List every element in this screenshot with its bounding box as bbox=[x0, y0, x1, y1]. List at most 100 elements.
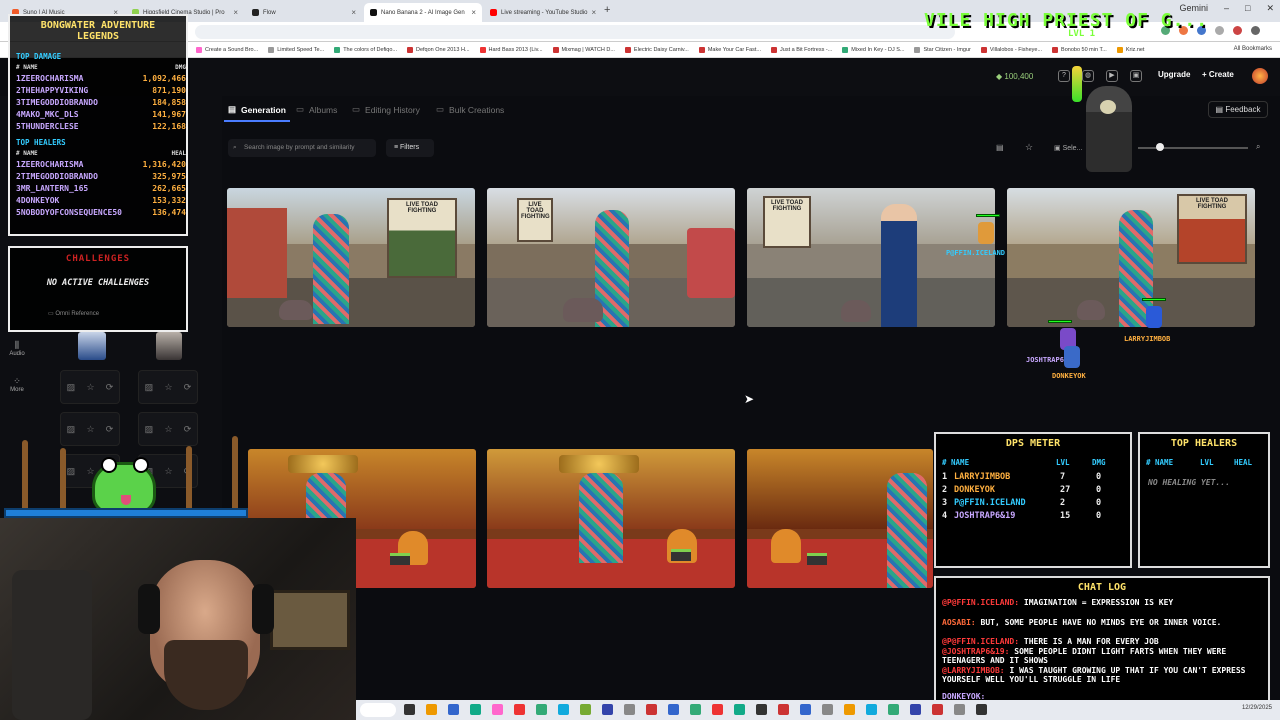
bookmark-item[interactable]: Villalobos - Fisheye... bbox=[980, 46, 1042, 53]
notifications-icon[interactable]: ◍ bbox=[1082, 70, 1094, 82]
browser-tab-flow[interactable]: Flow × bbox=[246, 3, 362, 22]
taskbar-app-icon[interactable] bbox=[976, 704, 987, 715]
credits-counter[interactable]: ◆ 100,400 bbox=[996, 72, 1033, 81]
menu-dots-icon[interactable] bbox=[1251, 26, 1260, 35]
close-tab-icon[interactable]: × bbox=[471, 8, 476, 17]
empty-image-slot[interactable]: ▨ ☆ ⟳ bbox=[60, 370, 120, 404]
user-avatar[interactable] bbox=[1252, 68, 1268, 84]
bookmark-item[interactable]: Star Citizen - Imgur bbox=[914, 46, 971, 53]
taskbar-app-icon[interactable] bbox=[778, 704, 789, 715]
taskbar-app-icon[interactable] bbox=[756, 704, 767, 715]
bookmark-item[interactable]: Electric Daisy Carniv... bbox=[624, 46, 689, 53]
taskbar-app-icon[interactable] bbox=[712, 704, 723, 715]
create-button[interactable]: + Create bbox=[1202, 70, 1234, 79]
gift-icon[interactable]: ▣ bbox=[1130, 70, 1142, 82]
layout-icon[interactable]: ▤ bbox=[996, 143, 1004, 152]
taskbar-app-icon[interactable] bbox=[426, 704, 437, 715]
taskbar-search[interactable] bbox=[360, 703, 396, 717]
taskbar-app-icon[interactable] bbox=[888, 704, 899, 715]
zoom-slider[interactable] bbox=[1138, 147, 1248, 149]
extension-icon[interactable] bbox=[1215, 26, 1224, 35]
generated-image[interactable]: LIVE TOAD FIGHTING bbox=[747, 188, 995, 327]
minimize-icon[interactable]: – bbox=[1224, 3, 1229, 14]
bookmark-item[interactable]: Limited Speed Te... bbox=[268, 46, 324, 53]
sidebar-item-more[interactable]: ⁘ More bbox=[8, 376, 26, 393]
close-tab-icon[interactable]: × bbox=[592, 8, 597, 17]
profile-avatar-icon[interactable] bbox=[1233, 26, 1242, 35]
bookmark-item[interactable]: Defqon One 2013 H... bbox=[407, 46, 470, 53]
all-bookmarks-button[interactable]: All Bookmarks bbox=[1234, 46, 1272, 52]
taskbar-app-icon[interactable] bbox=[734, 704, 745, 715]
tab-albums[interactable]: ▭ Albums bbox=[296, 104, 337, 115]
bookmark-item[interactable]: Just a Bit Fortress -... bbox=[771, 46, 832, 53]
taskbar-app-icon[interactable] bbox=[558, 704, 569, 715]
bookmark-item[interactable]: Create a Sound Bro... bbox=[196, 46, 258, 53]
chat-text: BUT, SOME PEOPLE HAVE NO MINDS EYE OR IN… bbox=[980, 618, 1222, 627]
taskbar-app-icon[interactable] bbox=[602, 704, 613, 715]
taskbar-app-icon[interactable] bbox=[866, 704, 877, 715]
taskbar-app-icon[interactable] bbox=[470, 704, 481, 715]
boss-skull bbox=[1100, 100, 1116, 114]
taskbar-app-icon[interactable] bbox=[448, 704, 459, 715]
taskbar-app-icon[interactable] bbox=[536, 704, 547, 715]
tab-generation[interactable]: ▤ Generation bbox=[228, 104, 286, 115]
omni-reference-label[interactable]: ▭ Omni Reference bbox=[48, 310, 99, 317]
taskbar-app-icon[interactable] bbox=[514, 704, 525, 715]
pygmy-hippo bbox=[279, 300, 313, 320]
taskbar-app-icon[interactable] bbox=[822, 704, 833, 715]
tab-editing-history[interactable]: ▭ Editing History bbox=[352, 104, 420, 115]
bookmark-item[interactable]: Mixed In Key - DJ S... bbox=[842, 46, 904, 53]
filters-button[interactable]: ≡ Filters bbox=[386, 139, 434, 157]
tab-bulk-creations[interactable]: ▭ Bulk Creations bbox=[436, 104, 504, 115]
bookmark-item[interactable]: Make Your Car Fast... bbox=[698, 46, 761, 53]
taskbar-app-icon[interactable] bbox=[800, 704, 811, 715]
close-window-icon[interactable]: ✕ bbox=[1266, 3, 1274, 14]
sidebar-item-audio[interactable]: ⫼ Audio bbox=[8, 340, 26, 357]
reference-image-thumb[interactable] bbox=[156, 332, 182, 360]
taskbar-app-icon[interactable] bbox=[624, 704, 635, 715]
taskbar-app-icon[interactable] bbox=[492, 704, 503, 715]
empty-image-slot[interactable]: ▨ ☆ ⟳ bbox=[138, 370, 198, 404]
bookmark-item[interactable]: Mixmag | WATCH D... bbox=[552, 46, 615, 53]
search-input[interactable]: ⌕ Search image by prompt and similarity bbox=[228, 139, 376, 157]
empty-image-slot[interactable]: ▨ ☆ ⟳ bbox=[138, 412, 198, 446]
generated-image[interactable] bbox=[747, 449, 933, 588]
reference-image-thumb[interactable] bbox=[78, 332, 106, 360]
history-icon: ▭ bbox=[352, 104, 361, 114]
active-tab-indicator bbox=[224, 120, 290, 122]
url-input[interactable] bbox=[195, 25, 955, 39]
taskbar-app-icon[interactable] bbox=[404, 704, 415, 715]
generated-image[interactable] bbox=[487, 449, 735, 588]
bookmark-item[interactable]: The colors of Defiqo... bbox=[334, 46, 397, 53]
video-icon[interactable]: ▶ bbox=[1106, 70, 1118, 82]
bookmark-item[interactable]: Bonobo 50 min T... bbox=[1052, 46, 1107, 53]
taskbar-app-icon[interactable] bbox=[844, 704, 855, 715]
star-icon[interactable]: ☆ bbox=[1025, 142, 1033, 153]
browser-tab-nano-banana[interactable]: Nano Banana 2 - AI Image Gen × bbox=[364, 3, 482, 22]
help-icon[interactable]: ? bbox=[1058, 70, 1070, 82]
taskbar-app-icon[interactable] bbox=[954, 704, 965, 715]
generated-image[interactable]: LIVE TOAD FIGHTING bbox=[487, 188, 735, 327]
generated-image[interactable]: LIVE TOAD FIGHTING bbox=[1007, 188, 1255, 327]
select-button[interactable]: ▣ Sele... bbox=[1054, 144, 1082, 152]
close-tab-icon[interactable]: × bbox=[233, 8, 238, 17]
empty-image-slot[interactable]: ▨ ☆ ⟳ bbox=[60, 412, 120, 446]
new-tab-button[interactable]: + bbox=[604, 4, 610, 16]
taskbar-app-icon[interactable] bbox=[910, 704, 921, 715]
browser-tab-youtube-studio[interactable]: Live streaming - YouTube Studio × bbox=[484, 3, 602, 22]
close-tab-icon[interactable]: × bbox=[351, 8, 356, 17]
taskbar-app-icon[interactable] bbox=[668, 704, 679, 715]
taskbar-app-icon[interactable] bbox=[580, 704, 591, 715]
taskbar-app-icon[interactable] bbox=[646, 704, 657, 715]
upgrade-button[interactable]: Upgrade bbox=[1158, 70, 1190, 79]
generated-image[interactable]: LIVE TOAD FIGHTING bbox=[227, 188, 475, 327]
bookmark-item[interactable]: Kriz.net bbox=[1116, 46, 1144, 53]
feedback-button[interactable]: ▤ Feedback bbox=[1208, 101, 1268, 118]
zoom-slider-handle[interactable] bbox=[1156, 143, 1164, 151]
maximize-icon[interactable]: □ bbox=[1245, 3, 1250, 14]
bookmark-item[interactable]: Hard Bass 2013 (Liv... bbox=[479, 46, 543, 53]
taskbar-app-icon[interactable] bbox=[932, 704, 943, 715]
refresh-icon: ⟳ bbox=[105, 381, 114, 392]
zoom-in-icon[interactable]: ⌕ bbox=[1256, 142, 1260, 152]
taskbar-app-icon[interactable] bbox=[690, 704, 701, 715]
